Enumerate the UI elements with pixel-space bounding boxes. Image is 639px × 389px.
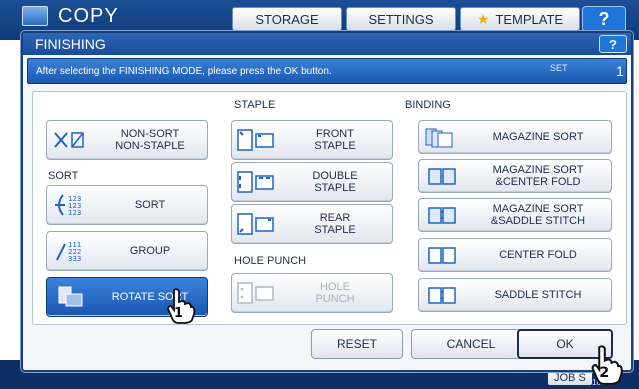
sort-button[interactable]: 123 123 123 SORT: [46, 185, 208, 225]
saddle-stitch-label: SADDLE STITCH: [494, 289, 582, 301]
stitched-book-icon: [419, 199, 465, 231]
finishing-dialog: FINISHING ? After selecting the FINISHIN…: [21, 31, 633, 372]
hole-punch-icon: [232, 274, 278, 312]
svg-text:123: 123: [68, 209, 81, 217]
magazine-sort-saddle-stitch-button[interactable]: MAGAZINE SORT &SADDLE STITCH: [418, 198, 612, 232]
group-icon: 111 222 333: [47, 232, 93, 270]
template-label: TEMPLATE: [495, 11, 564, 27]
center-fold-button[interactable]: CENTER FOLD: [418, 238, 612, 272]
rotate-sort-icon: [47, 278, 93, 316]
magazine-sort-icon: [419, 121, 465, 153]
double-staple-icon: [232, 163, 278, 201]
hand-pointer-icon-step-1: 1: [166, 288, 196, 324]
copy-app-icon: [22, 6, 48, 26]
group-label: GROUP: [129, 245, 171, 257]
cancel-button[interactable]: CANCEL: [411, 329, 531, 359]
reset-button[interactable]: RESET: [311, 329, 403, 359]
callout-number-1: 1: [174, 306, 183, 321]
center-fold-label: CENTER FOLD: [499, 249, 577, 261]
group-button[interactable]: 111 222 333 GROUP: [46, 231, 208, 271]
star-icon: ★: [476, 10, 490, 27]
set-count: 1: [616, 63, 624, 79]
message-bar: After selecting the FINISHING MODE, plea…: [27, 58, 627, 84]
help-button-top[interactable]: ?: [582, 6, 626, 32]
saddle-stitch-icon: [419, 279, 465, 311]
double-staple-label: DOUBLE STAPLE: [312, 170, 358, 194]
hole-punch-button[interactable]: HOLE PUNCH: [231, 273, 393, 313]
hole-punch-section-label: HOLE PUNCH: [234, 255, 307, 267]
finishing-options-panel: NON-SORT NON-STAPLE SORT 123 123 123 SORT …: [32, 91, 627, 325]
dialog-title: FINISHING: [35, 36, 106, 52]
storage-label: STORAGE: [255, 11, 319, 27]
rear-staple-button[interactable]: REAR STAPLE: [231, 204, 393, 244]
double-staple-button[interactable]: DOUBLE STAPLE: [231, 162, 393, 202]
magazine-sort-saddle-stitch-label: MAGAZINE SORT &SADDLE STITCH: [490, 203, 586, 227]
magazine-sort-center-fold-label: MAGAZINE SORT &CENTER FOLD: [492, 164, 584, 188]
set-label: SET: [550, 63, 568, 73]
storage-tab[interactable]: STORAGE: [232, 7, 342, 31]
settings-label: SETTINGS: [368, 11, 434, 27]
staple-section-label: STAPLE: [234, 99, 276, 111]
magazine-sort-button[interactable]: MAGAZINE SORT: [418, 120, 612, 154]
sort-label: SORT: [134, 199, 166, 211]
binding-section-label: BINDING: [405, 99, 451, 111]
hand-pointer-icon-step-2: 2: [590, 345, 623, 385]
front-staple-button[interactable]: FRONT STAPLE: [231, 120, 393, 160]
template-tab[interactable]: ★ TEMPLATE: [460, 7, 580, 31]
help-button[interactable]: ?: [599, 35, 627, 53]
settings-tab[interactable]: SETTINGS: [346, 7, 456, 31]
rear-staple-icon: [232, 205, 278, 243]
folded-book-icon: [419, 239, 465, 271]
sort-section-label: SORT: [48, 170, 79, 182]
non-sort-icon: [47, 121, 93, 159]
magazine-sort-center-fold-button[interactable]: MAGAZINE SORT &CENTER FOLD: [418, 159, 612, 193]
instruction-message: After selecting the FINISHING MODE, plea…: [36, 66, 332, 77]
callout-number-2: 2: [599, 365, 609, 381]
front-staple-label: FRONT STAPLE: [314, 128, 356, 152]
app-title: COPY: [58, 5, 119, 27]
dialog-title-bar: FINISHING ?: [23, 33, 631, 55]
job-status-button[interactable]: JOB S: [548, 371, 592, 385]
non-sort-non-staple-button[interactable]: NON-SORT NON-STAPLE: [46, 120, 208, 160]
sort-icon: 123 123 123: [47, 186, 93, 224]
saddle-stitch-button[interactable]: SADDLE STITCH: [418, 278, 612, 312]
book-icon: [419, 160, 465, 192]
magazine-sort-label: MAGAZINE SORT: [492, 131, 584, 143]
svg-text:333: 333: [68, 255, 81, 263]
hole-punch-label: HOLE PUNCH: [315, 281, 355, 305]
rear-staple-label: REAR STAPLE: [314, 212, 356, 236]
non-sort-label: NON-SORT NON-STAPLE: [115, 128, 185, 152]
front-staple-icon: [232, 121, 278, 159]
